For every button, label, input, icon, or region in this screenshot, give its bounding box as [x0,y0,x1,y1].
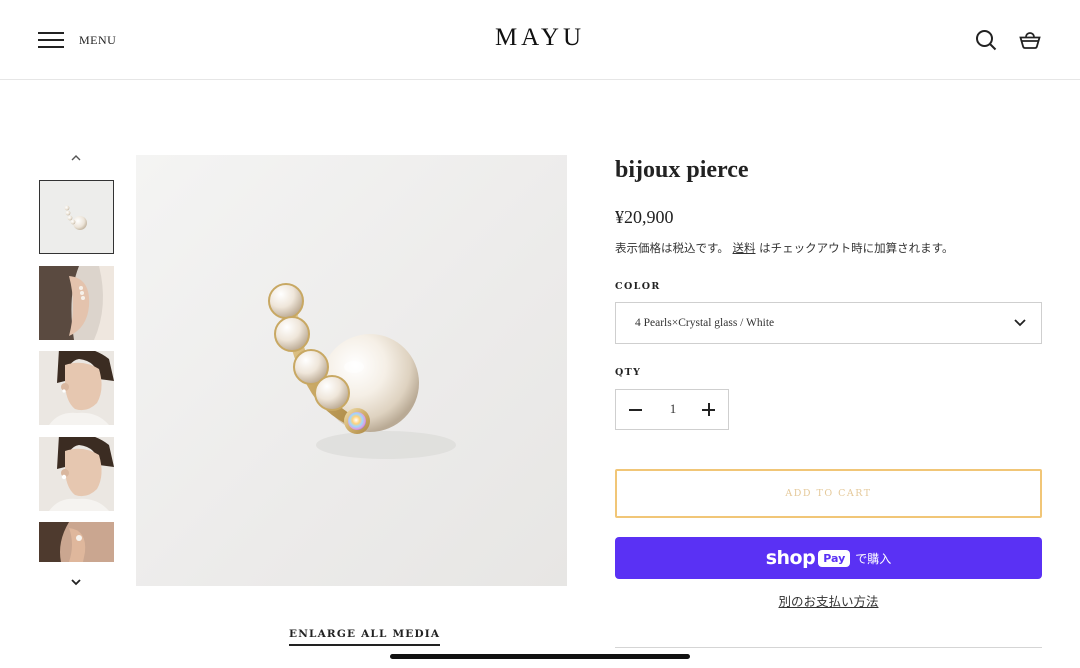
color-select[interactable]: 4 Pearls×Crystal glass / White [615,302,1042,344]
enlarge-all-media-link[interactable]: ENLARGE ALL MEDIA [289,628,441,646]
thumbnail-model-image [39,351,114,425]
site-header: MENU MAYU [0,0,1080,80]
thumbnail-1[interactable] [39,180,114,254]
quantity-stepper: 1 [615,389,729,430]
hamburger-icon[interactable] [38,30,64,50]
menu-label[interactable]: MENU [79,33,116,48]
thumbnail-ear-image [39,522,114,562]
thumbnail-2[interactable] [39,266,114,340]
main-product-image[interactable] [136,155,567,586]
thumbnail-3[interactable] [39,351,114,425]
shop-pay-button[interactable]: shop Pay で購入 [615,537,1042,579]
thumbnail-5[interactable] [39,522,114,562]
earring-photo [268,283,456,459]
site-logo[interactable]: MAYU [440,24,640,52]
qty-label: QTY [615,367,642,378]
color-label: COLOR [615,281,661,292]
tax-note-text-suffix: はチェックアウト時に加算されます。 [759,241,954,255]
menu-button[interactable]: MENU [38,28,116,52]
product-title: bijoux pierce [615,157,749,183]
tax-note: 表示価格は税込です。 送料 はチェックアウト時に加算されます。 [615,240,954,256]
search-icon[interactable] [974,28,998,52]
more-payment-options-link[interactable]: 別のお支払い方法 [615,591,1042,610]
thumbnail-model-image [39,437,114,511]
add-to-cart-button[interactable]: ADD TO CART [615,469,1042,518]
qty-increase-button[interactable] [699,400,719,420]
qty-input[interactable]: 1 [656,401,690,417]
thumbnail-earring-image [64,205,87,230]
home-indicator [390,654,690,659]
tax-note-text: 表示価格は税込です。 [615,241,729,255]
thumbnail-ear-closeup-image [39,266,114,340]
thumbnail-scroll-up-icon[interactable] [66,150,86,166]
color-select-value: 4 Pearls×Crystal glass / White [635,317,775,329]
shipping-link[interactable]: 送料 [733,241,756,255]
shop-pay-logo: shop [765,547,816,569]
pay-badge: Pay [818,549,851,567]
thumbnail-4[interactable] [39,437,114,511]
product-price: ¥20,900 [615,207,674,227]
cart-icon[interactable] [1018,28,1042,52]
thumbnail-scroll-down-icon[interactable] [66,574,86,590]
shop-pay-label: で購入 [855,551,892,566]
chevron-down-icon [1014,319,1026,327]
qty-decrease-button[interactable] [626,400,646,420]
divider [615,647,1042,648]
